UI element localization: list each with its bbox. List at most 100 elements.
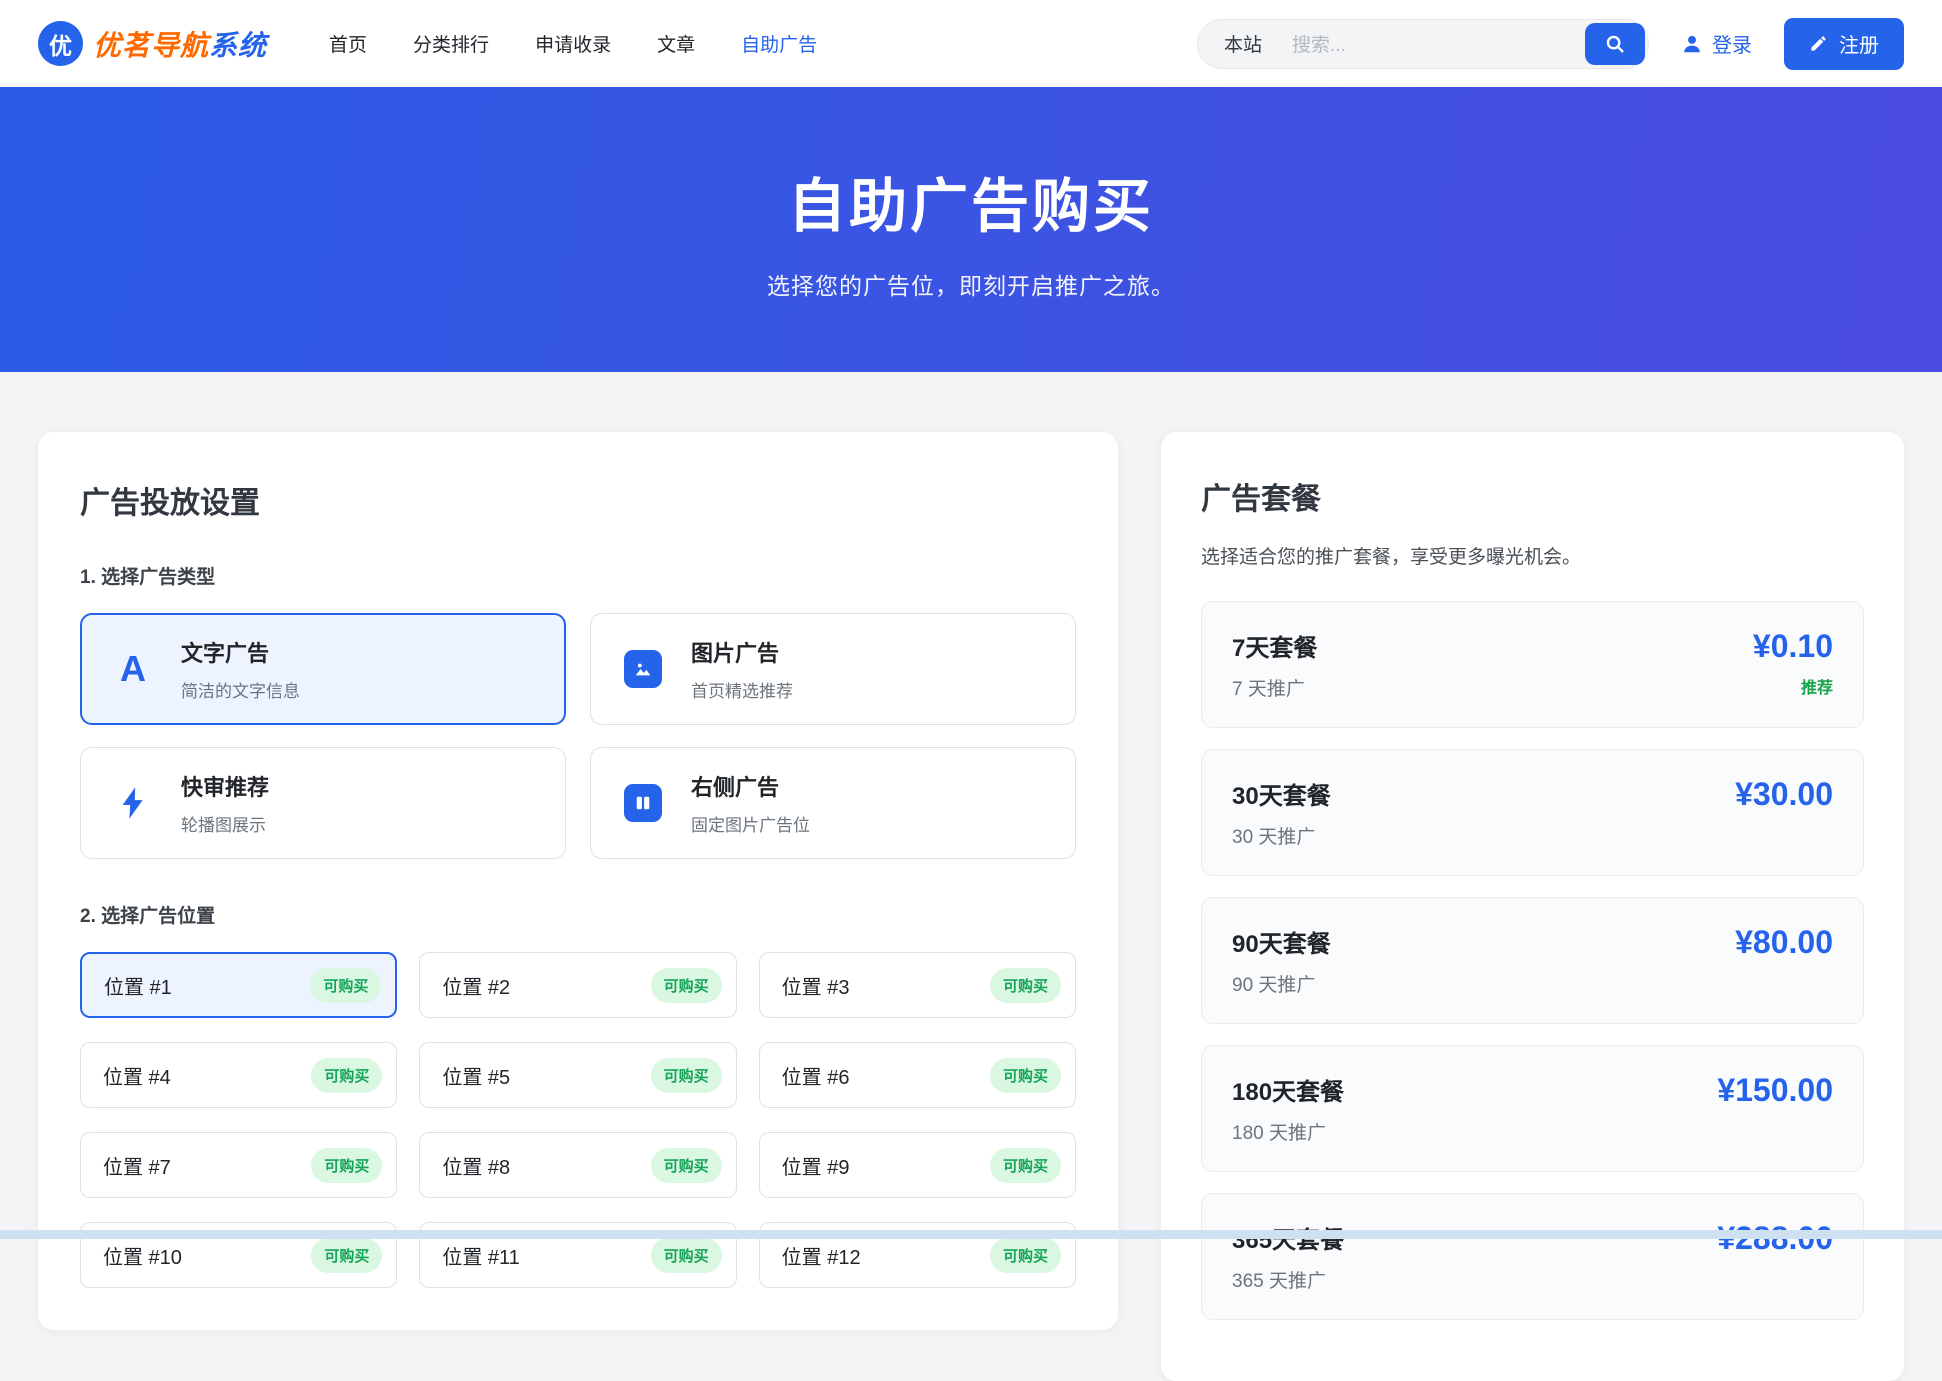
package-info: 90天套餐 90 天推广 — [1232, 924, 1331, 997]
search-placeholder: 搜索... — [1292, 30, 1346, 57]
ad-type-text: 文字广告 简洁的文字信息 — [181, 636, 300, 702]
ad-type-text: 快审推荐 轮播图展示 — [181, 770, 269, 836]
package-duration: 90 天推广 — [1232, 970, 1331, 997]
position-card[interactable]: 位置 #6 可购买 — [759, 1042, 1076, 1108]
position-status-badge: 可购买 — [311, 1058, 382, 1093]
position-status-badge: 可购买 — [310, 968, 381, 1003]
lightning-icon — [113, 786, 153, 820]
ad-type-name: 快审推荐 — [181, 770, 269, 802]
position-status-badge: 可购买 — [311, 1238, 382, 1273]
package-info: 30天套餐 30 天推广 — [1232, 776, 1331, 849]
package-list: 7天套餐 7 天推广 ¥0.10 推荐 30天套餐 30 天推广 ¥30. — [1201, 601, 1864, 1320]
search-icon — [1604, 33, 1626, 55]
letter-a-icon: A — [113, 648, 153, 690]
package-name: 90天套餐 — [1232, 924, 1331, 959]
package-card[interactable]: 30天套餐 30 天推广 ¥30.00 — [1201, 749, 1864, 876]
package-pricing: ¥30.00 — [1735, 776, 1833, 849]
package-card[interactable]: 90天套餐 90 天推广 ¥80.00 — [1201, 897, 1864, 1024]
package-pricing: ¥150.00 — [1717, 1072, 1833, 1145]
footer-strip — [0, 1230, 1942, 1239]
ad-type-card[interactable]: A — [80, 613, 566, 725]
position-label: 位置 #7 — [103, 1151, 171, 1180]
package-info: 180天套餐 180 天推广 — [1232, 1072, 1344, 1145]
position-status-badge: 可购买 — [651, 968, 722, 1003]
position-card[interactable]: 位置 #3 可购买 — [759, 952, 1076, 1018]
step1-label: 1. 选择广告类型 — [80, 562, 1076, 589]
site-name: 优茗导航系统 — [93, 24, 267, 64]
package-card[interactable]: 7天套餐 7 天推广 ¥0.10 推荐 — [1201, 601, 1864, 728]
ad-type-text: 右侧广告 固定图片广告位 — [691, 770, 810, 836]
ad-type-card[interactable]: A — [590, 613, 1076, 725]
top-navbar: 优 优茗导航系统 首页 分类排行 申请收录 文章 自助广告 本站 搜索... — [0, 0, 1942, 87]
position-card[interactable]: 位置 #9 可购买 — [759, 1132, 1076, 1198]
ad-type-card[interactable]: A — [590, 747, 1076, 859]
package-duration: 7 天推广 — [1232, 674, 1317, 701]
package-name: 180天套餐 — [1232, 1072, 1344, 1107]
nav-item[interactable]: 申请收录 — [535, 30, 611, 57]
position-status-badge: 可购买 — [990, 1058, 1061, 1093]
nav-item[interactable]: 文章 — [657, 30, 695, 57]
position-label: 位置 #9 — [782, 1151, 850, 1180]
ad-type-desc: 轮播图展示 — [181, 811, 269, 836]
ad-type-card[interactable]: A — [80, 747, 566, 859]
search-button[interactable] — [1585, 23, 1645, 65]
register-button[interactable]: 注册 — [1784, 18, 1904, 70]
package-duration: 30 天推广 — [1232, 822, 1331, 849]
login-label: 登录 — [1712, 29, 1752, 58]
package-price: ¥0.10 — [1753, 628, 1833, 665]
package-price: ¥150.00 — [1717, 1072, 1833, 1109]
position-label: 位置 #10 — [103, 1241, 182, 1270]
position-card[interactable]: 位置 #1 可购买 — [80, 952, 397, 1018]
site-name-orange: 优茗导航 — [93, 30, 209, 61]
position-status-badge: 可购买 — [311, 1148, 382, 1183]
package-duration: 365 天推广 — [1232, 1266, 1344, 1293]
main-nav: 首页 分类排行 申请收录 文章 自助广告 — [329, 30, 817, 57]
position-label: 位置 #2 — [442, 971, 510, 1000]
image-icon — [623, 650, 663, 688]
site-logo[interactable]: 优 优茗导航系统 — [38, 21, 267, 66]
logo-badge-icon: 优 — [38, 21, 83, 66]
user-icon — [1681, 33, 1703, 55]
search-scope-select[interactable]: 本站 — [1224, 30, 1262, 57]
position-status-badge: 可购买 — [990, 968, 1061, 1003]
ad-type-desc: 首页精选推荐 — [691, 677, 793, 702]
position-label: 位置 #8 — [442, 1151, 510, 1180]
ad-type-desc: 固定图片广告位 — [691, 811, 810, 836]
position-status-badge: 可购买 — [990, 1238, 1061, 1273]
position-status-badge: 可购买 — [651, 1148, 722, 1183]
ad-type-name: 图片广告 — [691, 636, 793, 668]
nav-item[interactable]: 自助广告 — [741, 30, 817, 57]
package-info: 7天套餐 7 天推广 — [1232, 628, 1317, 701]
search-input[interactable]: 本站 搜索... — [1197, 19, 1649, 69]
header-actions: 本站 搜索... 登录 — [1197, 18, 1904, 70]
settings-title: 广告投放设置 — [80, 478, 1076, 522]
package-price: ¥80.00 — [1735, 924, 1833, 961]
nav-item[interactable]: 首页 — [329, 30, 367, 57]
position-label: 位置 #4 — [103, 1061, 171, 1090]
position-card[interactable]: 位置 #4 可购买 — [80, 1042, 397, 1108]
package-pricing: ¥0.10 推荐 — [1753, 628, 1833, 701]
ad-settings-panel: 广告投放设置 1. 选择广告类型 A — [38, 432, 1118, 1330]
package-price: ¥30.00 — [1735, 776, 1833, 813]
package-name: 7天套餐 — [1232, 628, 1317, 663]
login-link[interactable]: 登录 — [1681, 29, 1752, 58]
position-label: 位置 #12 — [782, 1241, 861, 1270]
ad-type-name: 文字广告 — [181, 636, 300, 668]
package-duration: 180 天推广 — [1232, 1118, 1344, 1145]
package-card[interactable]: 365天套餐 365 天推广 ¥288.00 — [1201, 1193, 1864, 1320]
position-card[interactable]: 位置 #8 可购买 — [419, 1132, 736, 1198]
position-card[interactable]: 位置 #5 可购买 — [419, 1042, 736, 1108]
position-card[interactable]: 位置 #7 可购买 — [80, 1132, 397, 1198]
position-card[interactable]: 位置 #2 可购买 — [419, 952, 736, 1018]
packages-subtitle: 选择适合您的推广套餐，享受更多曝光机会。 — [1201, 542, 1864, 569]
package-card[interactable]: 180天套餐 180 天推广 ¥150.00 — [1201, 1045, 1864, 1172]
page-title: 自助广告购买 — [788, 159, 1154, 243]
position-status-badge: 可购买 — [990, 1148, 1061, 1183]
position-label: 位置 #5 — [442, 1061, 510, 1090]
packages-title: 广告套餐 — [1201, 474, 1864, 518]
nav-item[interactable]: 分类排行 — [413, 30, 489, 57]
columns-icon — [623, 784, 663, 822]
position-status-badge: 可购买 — [651, 1058, 722, 1093]
ad-type-grid: A — [80, 613, 1076, 859]
position-label: 位置 #6 — [782, 1061, 850, 1090]
